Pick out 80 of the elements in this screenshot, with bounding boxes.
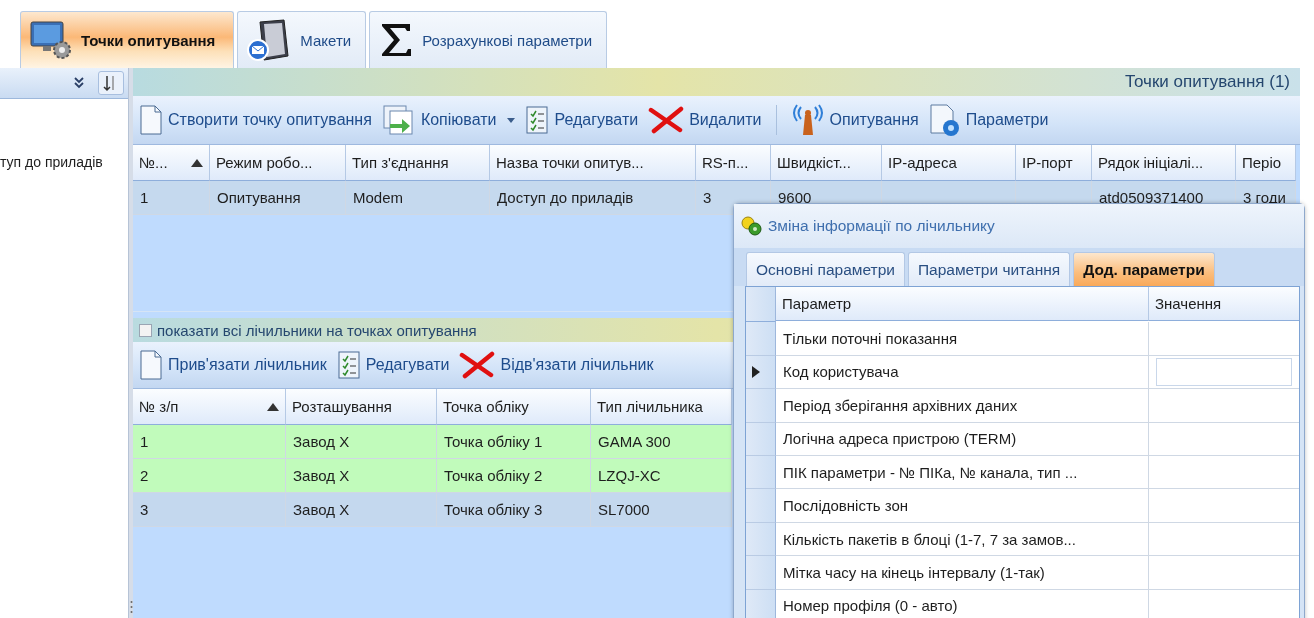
table-cell: 1: [133, 425, 286, 459]
grip-icon: [129, 600, 133, 614]
toolbar-button[interactable]: Копіювати: [381, 104, 516, 136]
checkbox[interactable]: [139, 323, 152, 337]
document-gear-icon: [928, 103, 961, 137]
gears-icon: [740, 215, 764, 237]
table-cell: Мітка часу на кінець інтервалу (1-так): [776, 556, 1149, 590]
sort-ascending-icon: [267, 402, 279, 411]
column-header[interactable]: Періо: [1236, 145, 1296, 181]
table-cell: LZQJ-XC: [591, 459, 732, 493]
toolbar-button[interactable]: Прив'язати лічильник: [139, 349, 327, 381]
table-cell: Завод X: [286, 493, 437, 527]
toolbar-button[interactable]: Відв'язати лічильник: [459, 351, 654, 379]
tab[interactable]: Розрахункові параметри: [369, 11, 607, 68]
delete-icon: [648, 106, 685, 134]
table-cell: Код користувача: [776, 355, 1149, 390]
current-row-icon: [752, 366, 760, 378]
column-header[interactable]: Значення: [1149, 287, 1299, 321]
table-cell: 1: [133, 181, 210, 215]
row-header: [746, 287, 776, 323]
column-header[interactable]: № з/п: [133, 389, 286, 425]
table-cell: Точка обліку 3: [437, 493, 591, 527]
toolbar-button[interactable]: Редагувати: [336, 350, 450, 380]
column-header[interactable]: Режим робо...: [210, 145, 346, 181]
checkbox-label[interactable]: показати всі лічильники на точках опитування: [157, 321, 477, 339]
table-cell: Період зберігання архівних даних: [776, 389, 1149, 423]
table-cell: Точка обліку 2: [437, 459, 591, 493]
document-icon: [139, 349, 163, 381]
column-header[interactable]: №...: [133, 145, 210, 181]
column-header[interactable]: Назва точки опитув...: [490, 145, 696, 181]
column-header[interactable]: Розташування: [286, 389, 437, 425]
column-header[interactable]: Точка обліку: [437, 389, 591, 425]
tree-item[interactable]: туп до приладів: [0, 154, 128, 170]
table-cell: 2: [133, 459, 286, 493]
section-caption: Точки опитування (1): [133, 68, 1300, 96]
table-cell: 3: [133, 493, 286, 527]
sort-button[interactable]: [98, 71, 124, 95]
double-chevron-icon: [73, 77, 85, 89]
document-icon: [139, 104, 163, 136]
tab[interactable]: Макети: [237, 11, 367, 68]
column-header[interactable]: RS-п...: [696, 145, 771, 181]
table-cell: Послідовність зон: [776, 489, 1149, 523]
toolbar-button[interactable]: Видалити: [648, 106, 762, 134]
sort-ascending-icon: [191, 158, 203, 167]
tab[interactable]: Точки опитування: [20, 11, 235, 68]
monitor-gear-icon: [29, 20, 73, 60]
table-cell: Доступ до приладів: [490, 181, 696, 215]
table-cell: Логічна адреса пристрою (TERM): [776, 422, 1149, 456]
column-header[interactable]: Тип з'єднання: [346, 145, 490, 181]
column-header[interactable]: Рядок ініціалі...: [1092, 145, 1236, 181]
table-cell: GAMA 300: [591, 425, 732, 459]
tab[interactable]: Дод. параметри: [1073, 252, 1215, 286]
table-cell: Тільки поточні показання: [776, 322, 1149, 356]
table-cell: Кількість пакетів в блоці (1-7, 7 за замов...: [776, 522, 1149, 557]
column-header[interactable]: IP-адреса: [882, 145, 1016, 181]
caret-icon: [507, 117, 516, 123]
antenna-icon: [790, 103, 825, 137]
toolbar-button[interactable]: Параметри: [928, 103, 1049, 137]
table-cell: Modem: [346, 181, 490, 215]
value-field[interactable]: [1156, 358, 1292, 386]
tab[interactable]: Основні параметри: [746, 252, 905, 286]
dialog-title: Зміна інформації по лічильнику: [768, 217, 995, 235]
toolbar-button[interactable]: Опитування: [790, 103, 919, 137]
column-header[interactable]: Швидкіст...: [771, 145, 882, 181]
toolbar-button[interactable]: Створити точку опитування: [139, 104, 372, 136]
table-cell: Опитування: [210, 181, 346, 215]
table-cell: Завод X: [286, 425, 437, 459]
column-header[interactable]: IP-порт: [1016, 145, 1092, 181]
checklist-icon: [336, 350, 361, 380]
checklist-icon: [525, 105, 550, 135]
table-cell: ПІК параметри - № ПІКа, № канала, тип ...: [776, 456, 1149, 490]
table-cell: Завод X: [286, 459, 437, 493]
table-cell: Точка обліку 1: [437, 425, 591, 459]
toolbar-button[interactable]: Редагувати: [525, 105, 639, 135]
tab[interactable]: Параметри читання: [907, 252, 1071, 286]
column-header[interactable]: Параметр: [776, 287, 1149, 321]
delete-icon: [459, 351, 496, 379]
table-cell: SL7000: [591, 493, 732, 527]
copy-icon: [381, 104, 416, 136]
column-header[interactable]: Тип лічильника: [591, 389, 732, 425]
